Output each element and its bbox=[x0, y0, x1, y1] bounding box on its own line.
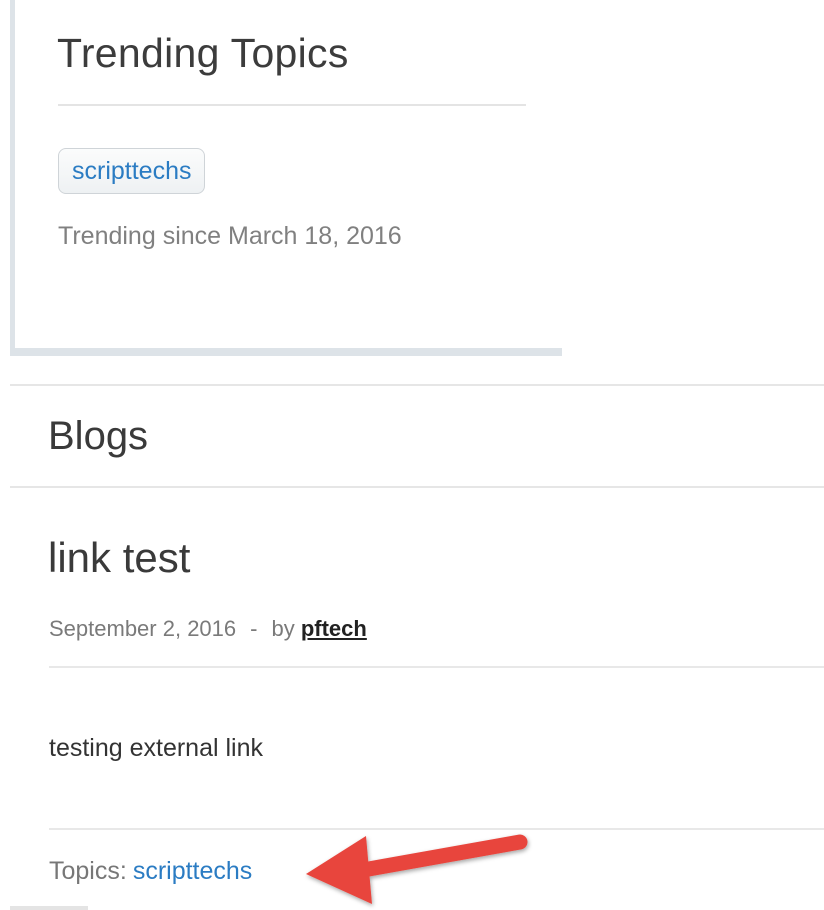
post-author-link[interactable]: pftech bbox=[301, 616, 367, 641]
topics-label: Topics: bbox=[49, 857, 127, 885]
meta-separator: - bbox=[250, 616, 258, 641]
bottom-divider-stub bbox=[10, 906, 88, 910]
post-topic-link[interactable]: scripttechs bbox=[133, 857, 252, 885]
trending-since-text: Trending since March 18, 2016 bbox=[58, 222, 402, 250]
post-topics: Topics: scripttechs bbox=[49, 857, 252, 886]
trending-divider bbox=[58, 104, 526, 106]
post-body-divider bbox=[49, 828, 824, 830]
trending-topics-panel: Trending Topics scripttechs Trending sin… bbox=[10, 0, 562, 356]
trending-topic-tag[interactable]: scripttechs bbox=[58, 148, 206, 194]
post-body-text: testing external link bbox=[49, 734, 264, 762]
post-meta-divider bbox=[49, 666, 824, 668]
blogs-divider bbox=[10, 486, 824, 488]
post-title-link[interactable]: link test bbox=[48, 534, 190, 582]
blogs-heading: Blogs bbox=[48, 414, 149, 458]
post-date: September 2, 2016 bbox=[49, 616, 237, 641]
blogs-top-divider bbox=[10, 384, 824, 386]
trending-topics-title: Trending Topics bbox=[57, 30, 349, 76]
by-label: by bbox=[271, 616, 295, 641]
post-meta: September 2, 2016- by pftech bbox=[49, 616, 367, 642]
